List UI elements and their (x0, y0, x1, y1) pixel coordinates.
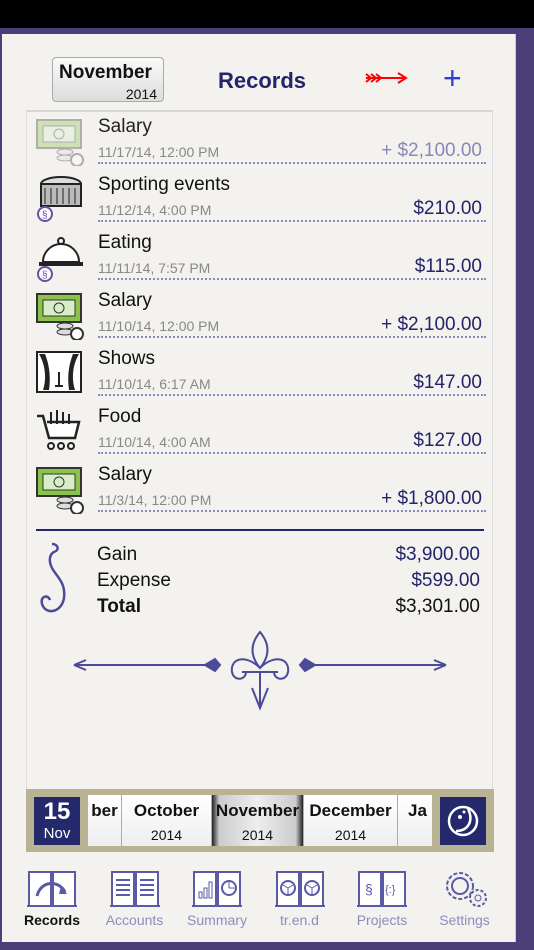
gears-icon (445, 872, 487, 907)
record-amount: + $2,100.00 (381, 140, 482, 161)
salary-icon (36, 467, 84, 514)
arrow-icon[interactable] (364, 70, 408, 86)
record-row[interactable]: § Eating 11/11/14, 7:57 PM $115.00 (27, 228, 494, 286)
record-amount: $147.00 (413, 372, 482, 393)
svg-text:§: § (42, 210, 48, 221)
projects-book-icon: § {:} (357, 871, 407, 907)
total-value: $3,301.00 (395, 596, 480, 617)
month-name: October (133, 801, 200, 820)
month-name: ber (91, 801, 118, 820)
record-date: 11/3/14, 12:00 PM (98, 492, 212, 508)
row-divider (98, 278, 486, 280)
tab-label: Projects (356, 912, 408, 928)
record-date: 11/11/14, 7:57 PM (98, 260, 211, 276)
month-cell[interactable]: December 2014 (304, 795, 398, 846)
record-amount: + $1,800.00 (381, 488, 482, 509)
record-row[interactable]: Salary 11/17/14, 12:00 PM + $2,100.00 (27, 112, 494, 170)
record-date: 11/17/14, 12:00 PM (98, 144, 220, 160)
book-arrow-icon (27, 871, 77, 907)
accounts-book-icon (109, 871, 160, 907)
record-title: Food (98, 406, 142, 427)
hook-ornament-icon (40, 542, 66, 613)
record-row[interactable]: Shows 11/10/14, 6:17 AM $147.00 (27, 344, 494, 402)
record-title: Salary (98, 116, 152, 137)
record-amount: $210.00 (413, 198, 482, 219)
month-cell[interactable]: Ja (398, 795, 432, 846)
record-title: Sporting events (98, 174, 231, 195)
day-number: 15 (43, 798, 71, 825)
shopping-cart-icon (37, 410, 81, 450)
fleur-de-lis-ornament-icon (73, 630, 447, 711)
salary-icon (36, 293, 84, 340)
tab-label: Records (23, 912, 81, 928)
svg-text:§: § (365, 881, 373, 897)
month-year: 2014 (334, 827, 367, 843)
summary-divider (36, 529, 484, 531)
moon-icon (447, 805, 479, 837)
month-label: November (59, 62, 152, 83)
dining-cloche-icon: § (37, 237, 83, 282)
record-date: 11/10/14, 12:00 PM (98, 318, 220, 334)
row-divider (98, 394, 486, 396)
tab-projects[interactable]: § {:} Projects (342, 866, 422, 928)
tab-label: Settings (439, 912, 490, 928)
row-divider (98, 510, 486, 512)
today-button[interactable]: 15 Nov (34, 797, 80, 845)
expense-value: $599.00 (411, 570, 480, 591)
month-selector-button[interactable]: November 2014 (52, 57, 164, 102)
record-amount: $127.00 (413, 430, 482, 451)
year-label: 2014 (125, 86, 157, 102)
month-year: 2014 (150, 827, 183, 843)
salary-icon (36, 119, 84, 166)
tab-label: Summary (187, 912, 247, 928)
record-amount: + $2,100.00 (381, 314, 482, 335)
record-title: Shows (98, 348, 156, 369)
day-month: Nov (43, 825, 71, 842)
month-name: December (309, 801, 392, 820)
page-title: Records (218, 68, 307, 93)
month-name: Ja (408, 801, 427, 820)
row-divider (98, 336, 486, 338)
gain-label: Gain (97, 544, 138, 565)
theater-icon (36, 351, 82, 393)
trend-book-icon (274, 871, 325, 907)
expense-label: Expense (97, 570, 171, 591)
record-title: Salary (98, 290, 152, 311)
month-cell[interactable]: October 2014 (122, 795, 212, 846)
record-row[interactable]: § Sporting events 11/12/14, 4:00 PM $210… (27, 170, 494, 228)
record-amount: $115.00 (414, 256, 482, 277)
record-row[interactable]: Salary 11/10/14, 12:00 PM + $2,100.00 (27, 286, 494, 344)
record-date: 11/10/14, 4:00 AM (98, 434, 211, 450)
tab-label: tr.en.d (280, 912, 319, 928)
row-divider (98, 452, 486, 454)
record-row[interactable]: Salary 11/3/14, 12:00 PM + $1,800.00 (27, 460, 494, 518)
tab-trend[interactable]: tr.en.d (260, 866, 340, 928)
month-name: November (215, 801, 300, 820)
svg-text:{:}: {:} (385, 884, 396, 896)
row-divider (98, 220, 486, 222)
tab-label: Accounts (105, 912, 164, 928)
record-title: Eating (98, 232, 152, 253)
stadium-icon: § (37, 176, 82, 222)
total-label: Total (97, 596, 141, 617)
tab-settings[interactable]: Settings (425, 866, 505, 928)
month-picker[interactable]: ber October 2014 November 2014 December 2014 Ja (88, 795, 432, 846)
record-date: 11/12/14, 4:00 PM (98, 202, 212, 218)
tab-bar: Records Accounts Summary tr.en.d § {:} Project… (12, 866, 522, 936)
svg-text:§: § (42, 270, 48, 281)
gain-value: $3,900.00 (395, 544, 480, 565)
add-record-button[interactable]: + (443, 62, 462, 94)
month-cell[interactable]: ber (88, 795, 122, 846)
tab-accounts[interactable]: Accounts (95, 866, 175, 928)
row-divider (98, 162, 486, 164)
tab-records[interactable]: Records (12, 866, 92, 928)
tab-summary[interactable]: Summary (177, 866, 257, 928)
record-row[interactable]: Food 11/10/14, 4:00 AM $127.00 (27, 402, 494, 460)
moon-calendar-button[interactable] (440, 797, 486, 845)
month-cell[interactable]: November 2014 (212, 795, 304, 846)
month-year: 2014 (241, 827, 274, 843)
summary-book-icon (192, 871, 242, 907)
record-date: 11/10/14, 6:17 AM (98, 376, 211, 392)
record-title: Salary (98, 464, 152, 485)
